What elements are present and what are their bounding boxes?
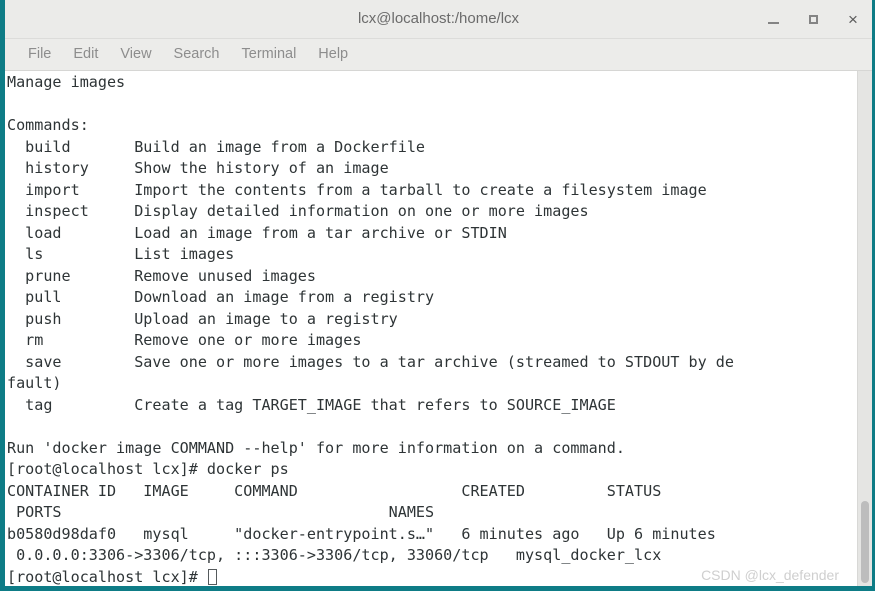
minimize-icon[interactable] — [764, 10, 782, 28]
terminal-window: lcx@localhost:/home/lcx × File Edit View… — [0, 0, 875, 591]
terminal-line: ls List images — [7, 245, 235, 263]
terminal-line: inspect Display detailed information on … — [7, 202, 589, 220]
terminal-line: Commands: — [7, 116, 89, 134]
window-controls: × — [764, 0, 862, 38]
terminal-line: CONTAINER ID IMAGE COMMAND CREATED STATU… — [7, 481, 662, 500]
menu-item-help[interactable]: Help — [307, 39, 359, 70]
terminal-line: Run 'docker image COMMAND --help' for mo… — [7, 438, 625, 457]
terminal-line: 0.0.0.0:3306->3306/tcp, :::3306->3306/tc… — [7, 546, 662, 564]
maximize-icon[interactable] — [804, 10, 822, 28]
terminal-line: PORTS NAMES — [7, 503, 435, 521]
close-glyph: × — [848, 9, 858, 29]
terminal-scrollbar[interactable] — [857, 71, 872, 586]
close-icon[interactable]: × — [844, 10, 862, 28]
terminal-line: fault) — [7, 374, 62, 392]
terminal-line: save Save one or more images to a tar ar… — [7, 352, 734, 371]
menu-item-view[interactable]: View — [109, 39, 162, 70]
terminal-line: prune Remove unused images — [7, 266, 316, 285]
menu-item-search[interactable]: Search — [163, 39, 231, 70]
text-cursor — [207, 568, 217, 585]
terminal-line: push Upload an image to a registry — [7, 309, 398, 328]
menu-item-file[interactable]: File — [17, 39, 62, 70]
terminal-area: Manage images Commands: build Build an im… — [5, 71, 872, 586]
terminal-text: Manage images Commands: build Build an im… — [7, 72, 857, 586]
terminal-line: Manage images — [7, 73, 126, 91]
scrollbar-thumb[interactable] — [861, 501, 869, 583]
terminal-line: b0580d98daf0 mysql "docker-entrypoint.s…… — [7, 524, 716, 543]
menu-item-terminal[interactable]: Terminal — [231, 39, 308, 70]
terminal-line: rm Remove one or more images — [7, 331, 362, 349]
title-bar[interactable]: lcx@localhost:/home/lcx × — [5, 0, 872, 39]
terminal-output[interactable]: Manage images Commands: build Build an im… — [5, 71, 857, 586]
terminal-line: history Show the history of an image — [7, 159, 389, 177]
terminal-line: pull Download an image from a registry — [7, 288, 435, 306]
terminal-line: import Import the contents from a tarbal… — [7, 180, 707, 199]
shell-prompt: [root@localhost lcx]# — [7, 567, 207, 586]
terminal-line: build Build an image from a Dockerfile — [7, 137, 426, 156]
menu-bar: File Edit View Search Terminal Help — [5, 39, 872, 71]
watermark-label: CSDN @lcx_defender — [701, 567, 839, 583]
menu-item-edit[interactable]: Edit — [62, 39, 109, 70]
terminal-line: tag Create a tag TARGET_IMAGE that refer… — [7, 395, 616, 414]
terminal-line: [root@localhost lcx]# docker ps — [7, 460, 289, 478]
window-title: lcx@localhost:/home/lcx — [357, 10, 520, 27]
terminal-line: load Load an image from a tar archive or… — [7, 223, 507, 242]
